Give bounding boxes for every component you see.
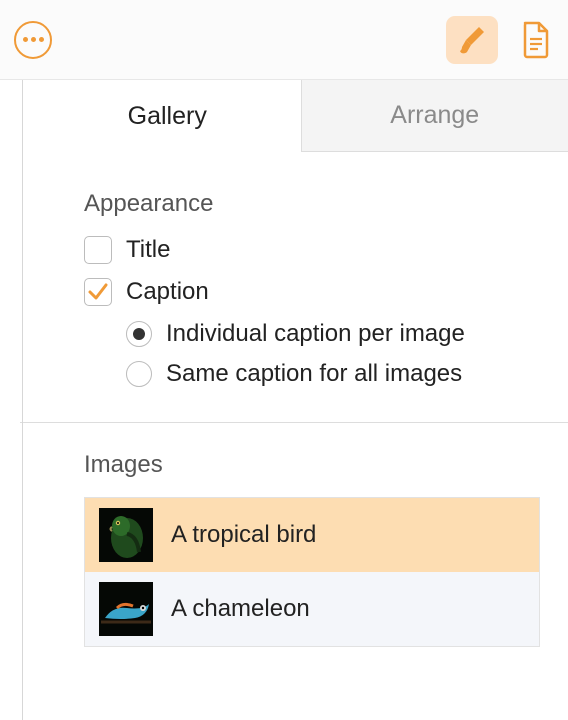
dot-icon xyxy=(39,37,44,42)
brush-icon xyxy=(457,25,487,55)
document-button[interactable] xyxy=(518,17,554,63)
document-icon xyxy=(521,21,551,59)
dot-icon xyxy=(23,37,28,42)
tab-gallery[interactable]: Gallery xyxy=(34,80,301,152)
top-toolbar xyxy=(0,0,568,80)
title-checkbox-row: Title xyxy=(84,236,540,264)
toolbar-left xyxy=(14,21,52,59)
check-icon xyxy=(87,281,109,303)
inspector-tabs: Gallery Arrange xyxy=(34,80,568,152)
radio-individual-row: Individual caption per image xyxy=(126,320,540,348)
chameleon-thumbnail-icon xyxy=(99,582,153,636)
image-row[interactable]: A tropical bird xyxy=(85,498,539,572)
radio-individual-label: Individual caption per image xyxy=(166,320,465,348)
tab-arrange[interactable]: Arrange xyxy=(301,80,568,152)
caption-checkbox-row: Caption xyxy=(84,278,540,306)
image-thumbnail xyxy=(99,508,153,562)
gallery-panel: Appearance Title Caption Individual capt… xyxy=(0,152,568,647)
section-divider xyxy=(20,422,568,423)
image-row[interactable]: A chameleon xyxy=(85,572,539,646)
toolbar-right xyxy=(446,16,554,64)
more-options-button[interactable] xyxy=(14,21,52,59)
appearance-heading: Appearance xyxy=(84,190,540,218)
radio-same[interactable] xyxy=(126,361,152,387)
images-list: A tropical bird A chameleon xyxy=(84,497,540,647)
dot-icon xyxy=(31,37,36,42)
radio-same-row: Same caption for all images xyxy=(126,360,540,388)
caption-label: Caption xyxy=(126,278,209,306)
caption-checkbox[interactable] xyxy=(84,278,112,306)
title-checkbox[interactable] xyxy=(84,236,112,264)
radio-same-label: Same caption for all images xyxy=(166,360,462,388)
radio-individual[interactable] xyxy=(126,321,152,347)
image-caption: A tropical bird xyxy=(171,521,316,549)
image-caption: A chameleon xyxy=(171,595,310,623)
images-heading: Images xyxy=(84,451,540,479)
sidebar-divider xyxy=(22,80,23,720)
title-label: Title xyxy=(126,236,170,264)
format-brush-button[interactable] xyxy=(446,16,498,64)
image-thumbnail xyxy=(99,582,153,636)
bird-thumbnail-icon xyxy=(99,508,153,562)
